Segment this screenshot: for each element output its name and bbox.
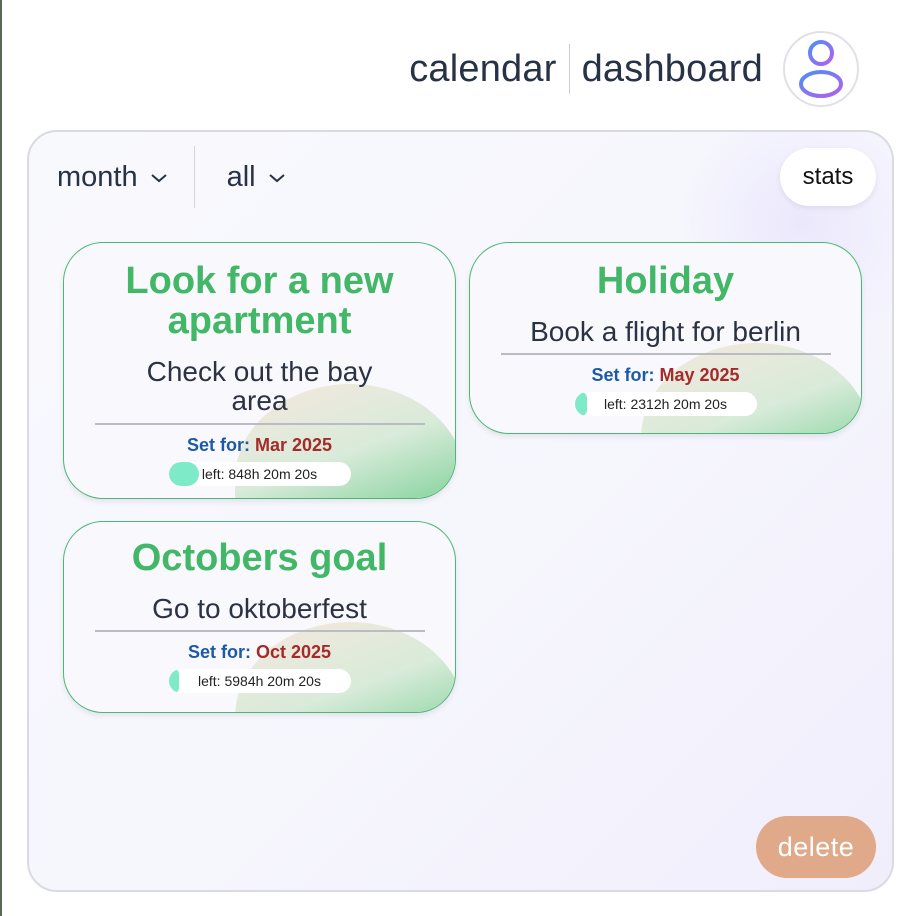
set-for-date: May 2025 [659,365,740,385]
time-left-progress: left: 2312h 20m 20s [574,392,757,416]
time-left-progress: left: 848h 20m 20s [168,462,351,486]
set-for-date: Oct 2025 [255,642,332,662]
goal-card[interactable]: Holiday Book a flight for berlin Set for… [469,242,862,434]
goal-title: Look for a new apartment [125,260,394,342]
time-left-text: left: 2312h 20m 20s [604,396,727,412]
goal-set-for: Set for: May 2025 [470,365,861,386]
set-for-date: Mar 2025 [254,435,333,455]
set-for-label: Set for: [187,642,251,662]
progress-fill [168,462,200,486]
goal-set-for: Set for: Mar 2025 [64,435,455,456]
goal-card[interactable]: Octobers goal Go to oktoberfest Set for:… [63,521,456,713]
time-left-progress: left: 5984h 20m 20s [168,669,351,693]
goal-description: Book a flight for berlin [530,316,801,347]
category-dropdown-value: all [226,160,256,193]
avatar-button[interactable] [783,31,859,107]
time-left-text: left: 5984h 20m 20s [198,673,321,689]
top-nav: calendar dashboard [409,30,859,108]
card-divider [94,423,425,425]
time-left-text: left: 848h 20m 20s [201,466,318,482]
goal-title: Octobers goal [131,537,388,579]
goal-set-for: Set for: Oct 2025 [64,642,455,663]
set-for-label: Set for: [591,365,655,385]
stats-button[interactable]: stats [780,148,876,206]
goal-title: Holiday [596,260,735,302]
chevron-down-icon [150,174,167,183]
goal-card[interactable]: Look for a new apartment Check out the b… [63,242,456,499]
nav-calendar-link[interactable]: calendar [409,48,556,91]
nav-dashboard-link[interactable]: dashboard [582,48,763,91]
window-edge [0,0,2,916]
period-dropdown-value: month [57,160,138,193]
filter-divider [193,146,195,208]
filter-bar: month all [57,146,286,208]
goal-description: Go to oktoberfest [152,593,367,624]
card-divider [94,630,425,632]
chevron-down-icon [268,174,285,183]
delete-button[interactable]: delete [756,816,876,878]
progress-fill [168,669,180,693]
goal-description: Check out the bay area [146,356,373,416]
period-dropdown[interactable]: month [57,161,168,194]
set-for-label: Set for: [186,435,250,455]
progress-fill [574,392,588,416]
nav-divider [568,44,570,94]
goals-panel: month all stats Look for a new apartment… [27,130,894,892]
category-dropdown[interactable]: all [227,161,286,194]
card-divider [500,353,831,355]
user-icon [799,40,843,98]
